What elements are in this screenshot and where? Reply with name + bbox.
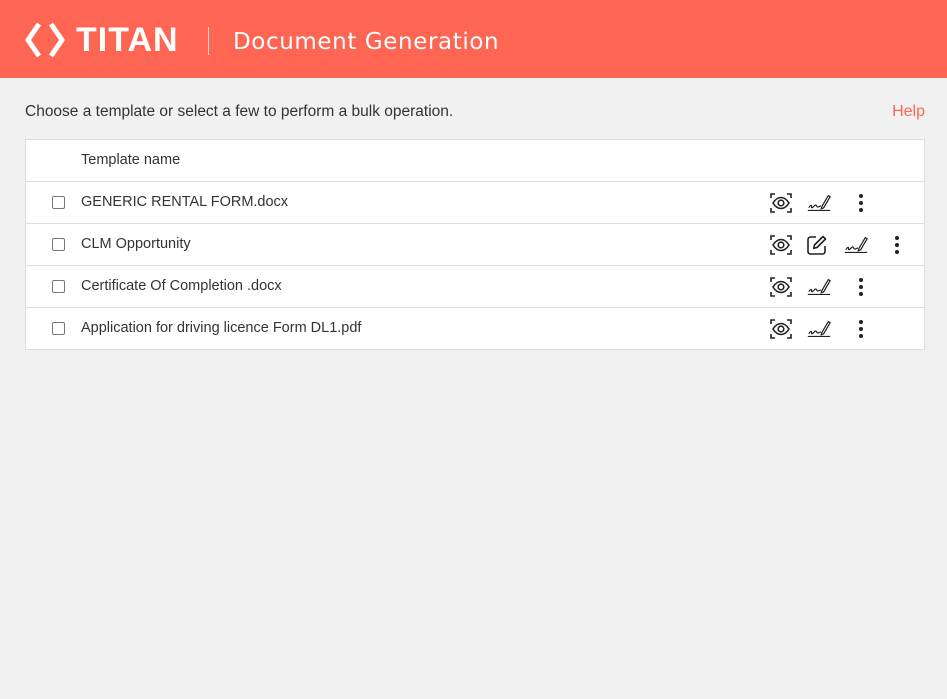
edit-icon[interactable] — [804, 232, 830, 258]
preview-icon[interactable] — [768, 316, 794, 342]
header-divider — [208, 27, 209, 55]
table-row: Certificate Of Completion .docx — [26, 266, 924, 308]
intro-text: Choose a template or select a few to per… — [25, 103, 454, 120]
sign-icon[interactable] — [806, 274, 832, 300]
templates-table: Template name GENERIC RENTAL FORM.docx C… — [25, 139, 925, 350]
brand-name: TITAN — [76, 21, 179, 59]
help-link[interactable]: Help — [892, 102, 925, 122]
preview-icon[interactable] — [768, 274, 794, 300]
more-vertical-icon[interactable] — [848, 190, 874, 216]
preview-icon[interactable] — [768, 232, 794, 258]
template-name: GENERIC RENTAL FORM.docx — [81, 194, 289, 210]
row-checkbox[interactable] — [52, 238, 65, 251]
titan-logo-icon — [25, 22, 65, 58]
sign-icon[interactable] — [806, 190, 832, 216]
template-name: CLM Opportunity — [81, 236, 191, 252]
table-header: Template name — [26, 140, 924, 182]
row-checkbox[interactable] — [52, 322, 65, 335]
row-checkbox[interactable] — [52, 280, 65, 293]
table-row: CLM Opportunity — [26, 224, 924, 266]
template-name: Application for driving licence Form DL1… — [81, 320, 362, 336]
table-row: Application for driving licence Form DL1… — [26, 308, 924, 349]
preview-icon[interactable] — [768, 190, 794, 216]
row-checkbox[interactable] — [52, 196, 65, 209]
app-title: Document Generation — [233, 29, 500, 55]
more-vertical-icon[interactable] — [848, 316, 874, 342]
sign-icon[interactable] — [843, 232, 869, 258]
app-header: TITAN Document Generation — [0, 0, 947, 78]
table-row: GENERIC RENTAL FORM.docx — [26, 182, 924, 224]
column-header-template-name: Template name — [81, 152, 181, 168]
template-name: Certificate Of Completion .docx — [81, 278, 282, 294]
more-vertical-icon[interactable] — [848, 274, 874, 300]
more-vertical-icon[interactable] — [884, 232, 910, 258]
sign-icon[interactable] — [806, 316, 832, 342]
